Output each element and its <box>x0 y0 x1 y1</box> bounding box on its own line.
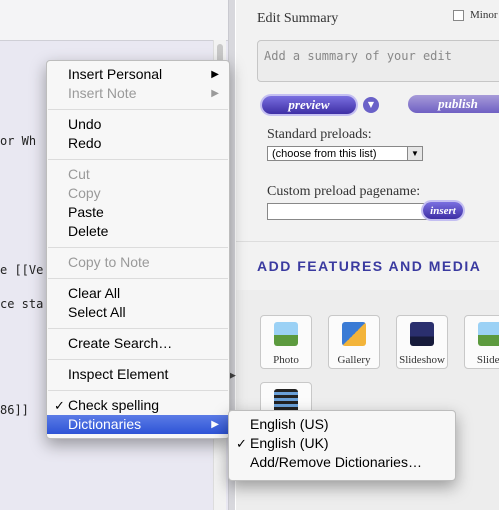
menu-item-copy-to-note: Copy to Note <box>47 253 229 272</box>
menu-item-cut: Cut <box>47 165 229 184</box>
menu-separator <box>48 159 228 160</box>
slider-tile[interactable]: Slider <box>464 315 499 369</box>
menu-item-label: Insert Personal <box>68 66 163 82</box>
editor-line[interactable]: 86]] <box>0 403 29 417</box>
submenu-arrow-icon: ▶ <box>211 69 219 80</box>
checkmark-icon: ✓ <box>236 436 247 451</box>
tile-label: Slider <box>476 354 499 366</box>
menu-item-paste[interactable]: Paste <box>47 203 229 222</box>
menu-separator <box>48 328 228 329</box>
gallery-tile[interactable]: Gallery <box>328 315 380 369</box>
menu-separator <box>48 359 228 360</box>
menu-item-label: Inspect Element <box>68 366 169 382</box>
submenu-item-english-us[interactable]: English (US) <box>229 415 455 434</box>
photo-tile[interactable]: Photo <box>260 315 312 369</box>
chevron-down-icon[interactable]: ▼ <box>407 147 422 160</box>
tile-label: Photo <box>273 354 299 366</box>
menu-item-label: Cut <box>68 166 90 182</box>
context-menu: Insert Personal ▶ Insert Note ▶ Undo Redo … <box>46 60 230 439</box>
collapse-arrow-icon[interactable]: ▶ <box>229 371 236 381</box>
submenu-arrow-icon: ▶ <box>211 88 219 99</box>
custom-preload-label: Custom preload pagename: <box>267 184 421 199</box>
slider-icon <box>478 322 499 346</box>
submenu-arrow-icon: ▶ <box>211 419 219 430</box>
features-heading: ADD FEATURES AND MEDIA <box>257 258 482 274</box>
editor-line[interactable]: e [[Ve <box>0 263 43 277</box>
minor-checkbox[interactable]: Minor <box>453 9 498 21</box>
publish-button[interactable]: publish <box>408 95 499 113</box>
preload-select-value: (choose from this list) <box>272 148 377 160</box>
photo-icon <box>274 322 298 346</box>
menu-item-check-spelling[interactable]: ✓ Check spelling <box>47 396 229 415</box>
menu-item-label: Insert Note <box>68 85 137 101</box>
insert-button[interactable]: insert <box>423 202 463 219</box>
menu-item-label: English (US) <box>250 416 329 432</box>
menu-item-label: Delete <box>68 223 109 239</box>
menu-item-label: Add/Remove Dictionaries… <box>250 454 422 470</box>
menu-item-undo[interactable]: Undo <box>47 115 229 134</box>
standard-preloads-label: Standard preloads: <box>267 127 372 142</box>
editor-line[interactable]: or Wh <box>0 134 36 148</box>
preview-button[interactable]: preview <box>262 96 356 114</box>
custom-preload-input[interactable] <box>267 203 429 220</box>
menu-separator <box>48 109 228 110</box>
menu-item-label: Undo <box>68 116 102 132</box>
checkmark-icon: ✓ <box>54 398 65 413</box>
checkbox-icon[interactable] <box>453 9 464 21</box>
summary-input[interactable]: Add a summary of your edit <box>257 40 499 82</box>
editor-line[interactable]: ce sta <box>0 297 43 311</box>
menu-item-insert-personal[interactable]: Insert Personal ▶ <box>47 65 229 84</box>
menu-item-label: Create Search… <box>68 335 173 351</box>
slideshow-tile[interactable]: Slideshow <box>396 315 448 369</box>
tile-label: Slideshow <box>399 354 445 366</box>
menu-item-insert-note: Insert Note ▶ <box>47 84 229 103</box>
menu-item-label: Copy to Note <box>68 254 150 270</box>
menu-item-label: Dictionaries <box>68 416 142 432</box>
menu-item-inspect-element[interactable]: Inspect Element <box>47 365 229 384</box>
menu-item-label: Clear All <box>68 285 121 301</box>
menu-separator <box>48 278 228 279</box>
menu-item-label: English (UK) <box>250 435 329 451</box>
edit-summary-title: Edit Summary <box>257 11 339 26</box>
editor-toolbar <box>0 0 228 41</box>
menu-item-clear-all[interactable]: Clear All <box>47 284 229 303</box>
menu-item-label: Select All <box>68 304 126 320</box>
menu-separator <box>48 390 228 391</box>
menu-item-label: Check spelling <box>68 397 160 413</box>
slideshow-icon <box>410 322 434 346</box>
menu-item-dictionaries[interactable]: Dictionaries ▶ <box>47 415 229 434</box>
minor-label: Minor <box>470 9 498 21</box>
divider <box>236 241 499 242</box>
menu-item-label: Paste <box>68 204 104 220</box>
menu-item-select-all[interactable]: Select All <box>47 303 229 322</box>
menu-item-label: Copy <box>68 185 101 201</box>
submenu-item-add-remove[interactable]: Add/Remove Dictionaries… <box>229 453 455 472</box>
menu-item-copy: Copy <box>47 184 229 203</box>
summary-placeholder: Add a summary of your edit <box>264 49 452 63</box>
menu-item-create-search[interactable]: Create Search… <box>47 334 229 353</box>
menu-item-label: Redo <box>68 135 102 151</box>
dictionaries-submenu: English (US) ✓ English (UK) Add/Remove Di… <box>228 410 456 481</box>
menu-separator <box>48 247 228 248</box>
menu-item-redo[interactable]: Redo <box>47 134 229 153</box>
submenu-item-english-uk[interactable]: ✓ English (UK) <box>229 434 455 453</box>
preload-select[interactable]: (choose from this list) ▼ <box>267 146 423 161</box>
preview-dropdown-icon[interactable]: ▼ <box>363 97 379 113</box>
gallery-icon <box>342 322 366 346</box>
tile-label: Gallery <box>337 354 371 366</box>
menu-item-delete[interactable]: Delete <box>47 222 229 241</box>
